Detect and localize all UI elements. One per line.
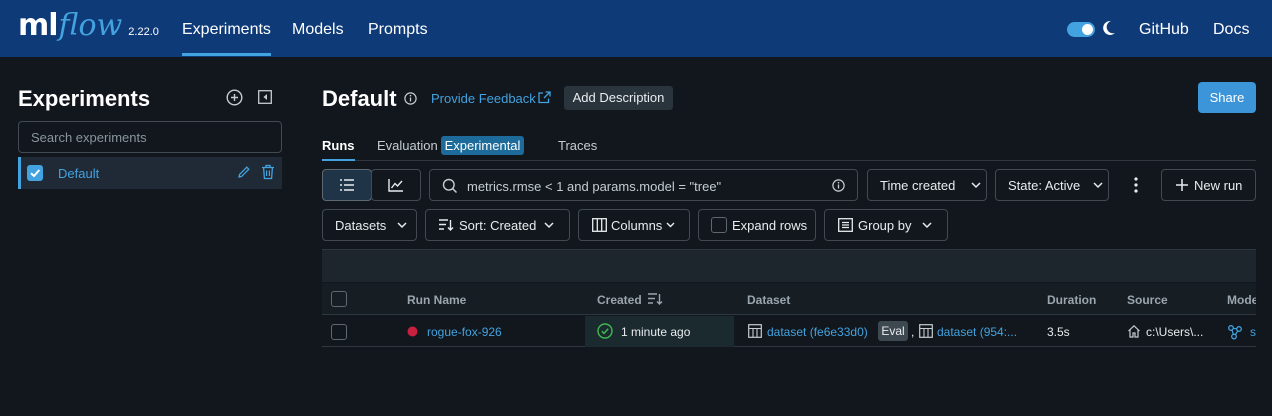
run-filter-text[interactable]: metrics.rmse < 1 and params.model = "tre…: [467, 179, 721, 194]
chart-icon: [388, 178, 404, 192]
col-dataset[interactable]: Dataset: [747, 293, 790, 307]
add-experiment-icon[interactable]: [226, 89, 243, 106]
group-by-dropdown[interactable]: Group by: [824, 209, 948, 241]
dataset-link-1[interactable]: dataset (fe6e33d0): [767, 325, 868, 339]
nav-models[interactable]: Models: [292, 21, 344, 39]
top-nav: ml flow 2.22.0 Experiments Models Prompt…: [0, 0, 1272, 57]
table-icon: [748, 324, 762, 338]
nav-prompts[interactable]: Prompts: [368, 21, 428, 39]
success-icon: [597, 323, 613, 339]
run-name-link[interactable]: rogue-fox-926: [427, 325, 502, 339]
state-label: State: Active: [1008, 177, 1081, 193]
columns-label: Columns: [611, 217, 663, 233]
col-model[interactable]: Mode: [1227, 293, 1256, 307]
datasets-label: Datasets: [335, 217, 387, 233]
external-link-icon: [538, 91, 551, 104]
col-run-name[interactable]: Run Name: [407, 293, 466, 307]
table-icon: [919, 324, 933, 338]
table-header: Run Name Created Dataset Duration Source…: [322, 283, 1256, 315]
select-all-checkbox[interactable]: [331, 291, 347, 307]
add-description-button[interactable]: Add Description: [564, 86, 673, 110]
columns-dropdown[interactable]: Columns: [578, 209, 690, 241]
chart-view-button[interactable]: [371, 169, 421, 201]
filter-info-icon[interactable]: [832, 179, 845, 192]
search-icon: [442, 178, 458, 194]
list-icon: [339, 178, 355, 192]
state-dropdown[interactable]: State: Active: [995, 169, 1109, 201]
expand-rows-label: Expand rows: [732, 217, 808, 233]
eval-badge: Eval: [878, 321, 908, 341]
chevron-down-icon: [922, 222, 932, 229]
source-value[interactable]: c:\Users\...: [1146, 325, 1203, 339]
new-run-button[interactable]: New run: [1161, 169, 1256, 201]
mlflow-logo[interactable]: ml flow 2.22.0: [18, 8, 159, 44]
trash-icon[interactable]: [261, 164, 275, 180]
chevron-down-icon: [397, 222, 407, 229]
provide-feedback-link[interactable]: Provide Feedback: [431, 91, 536, 106]
new-run-label: New run: [1194, 177, 1243, 193]
experimental-badge: Experimental: [441, 136, 524, 155]
edit-icon[interactable]: [237, 165, 251, 179]
theme-toggle[interactable]: [1067, 22, 1095, 37]
duration-value: 3.5s: [1047, 325, 1070, 339]
logo-flow: flow: [58, 8, 123, 43]
provide-feedback-label: Provide Feedback: [431, 91, 536, 106]
col-duration[interactable]: Duration: [1047, 293, 1096, 307]
table-header-band: [322, 249, 1256, 282]
search-experiments-box: [18, 121, 282, 153]
sort-dropdown[interactable]: Sort: Created: [425, 209, 570, 241]
expand-rows-checkbox[interactable]: [711, 217, 727, 233]
chevron-down-icon: [1093, 182, 1103, 189]
model-icon: [1227, 324, 1243, 340]
plus-icon: [1175, 178, 1189, 192]
chevron-down-icon: [971, 182, 981, 189]
logo-ml: ml: [18, 8, 59, 43]
page-title: Default: [322, 86, 397, 111]
sidebar-item-label: Default: [58, 166, 100, 181]
nav-experiments[interactable]: Experiments: [182, 21, 271, 56]
search-experiments-input[interactable]: [19, 122, 281, 152]
tab-runs[interactable]: Runs: [322, 138, 355, 161]
col-source[interactable]: Source: [1127, 293, 1168, 307]
model-link[interactable]: s: [1250, 325, 1256, 339]
sort-desc-icon[interactable]: [647, 292, 663, 306]
sort-label: Sort: Created: [459, 217, 537, 233]
nav-docs[interactable]: Docs: [1213, 21, 1249, 39]
info-icon[interactable]: [404, 92, 417, 105]
more-options-icon[interactable]: [1133, 177, 1139, 193]
col-created[interactable]: Created: [597, 293, 642, 307]
row-checkbox[interactable]: [331, 324, 347, 340]
tab-evaluation[interactable]: Evaluation: [377, 138, 438, 153]
run-color-dot: [407, 326, 418, 337]
expand-rows-button[interactable]: Expand rows: [698, 209, 816, 241]
table-view-button[interactable]: [322, 169, 372, 201]
created-value: 1 minute ago: [621, 325, 691, 339]
group-by-label: Group by: [858, 217, 912, 233]
chevron-down-icon: [544, 222, 554, 229]
experiment-checkbox[interactable]: [27, 165, 43, 181]
dataset-separator: ,: [911, 325, 915, 339]
sidebar-item-default[interactable]: Default: [18, 157, 282, 189]
datasets-dropdown[interactable]: Datasets: [322, 209, 417, 241]
collapse-sidebar-icon[interactable]: [258, 90, 272, 104]
share-button[interactable]: Share: [1198, 82, 1256, 113]
sidebar-title: Experiments: [18, 86, 151, 111]
columns-icon: [592, 218, 607, 232]
table-row[interactable]: rogue-fox-926 1 minute ago dataset (fe6e…: [322, 316, 1256, 347]
dataset-link-2[interactable]: dataset (954:...: [937, 325, 1017, 339]
nav-github[interactable]: GitHub: [1139, 21, 1189, 39]
home-icon: [1127, 324, 1141, 338]
group-by-icon: [838, 218, 853, 232]
version-label: 2.22.0: [128, 26, 159, 38]
time-created-dropdown[interactable]: Time created: [867, 169, 987, 201]
sort-icon: [438, 218, 454, 232]
run-filter-box[interactable]: metrics.rmse < 1 and params.model = "tre…: [429, 169, 858, 201]
chevron-down-icon: [666, 222, 675, 228]
tab-traces[interactable]: Traces: [558, 138, 597, 153]
time-created-label: Time created: [880, 177, 956, 193]
moon-icon: [1102, 20, 1116, 36]
